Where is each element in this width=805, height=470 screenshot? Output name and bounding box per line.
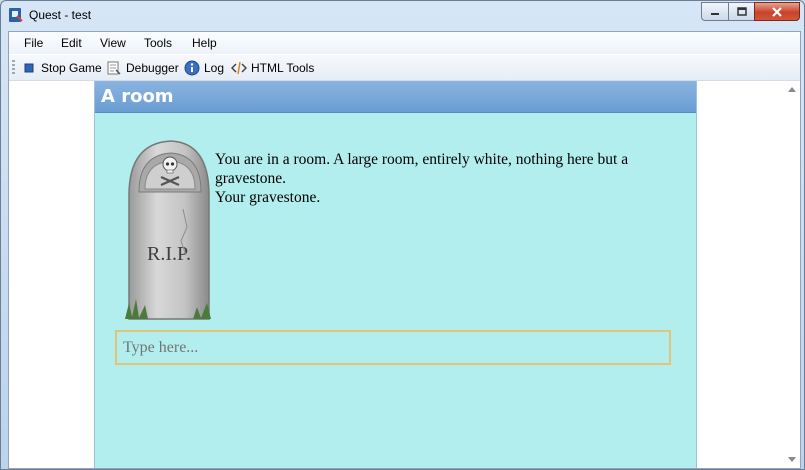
maximize-icon (736, 7, 747, 16)
quest-app-icon (8, 7, 24, 23)
menu-edit[interactable]: Edit (61, 36, 82, 50)
scroll-down-arrow-icon[interactable] (788, 457, 796, 462)
debugger-icon (106, 60, 122, 76)
room-description-text: You are in a room. A large room, entirel… (215, 151, 629, 187)
toolbar-grip[interactable] (12, 60, 15, 75)
window-title: Quest - test (29, 8, 92, 22)
maximize-button[interactable] (728, 2, 754, 21)
debugger-label: Debugger (126, 61, 179, 75)
html-tools-button[interactable]: HTML Tools (231, 59, 314, 77)
window-controls (701, 2, 800, 22)
room-header: A room (95, 81, 696, 113)
game-content: A room R.I.P. You are in a room. A large… (9, 81, 800, 468)
log-button[interactable]: Log (184, 59, 224, 77)
code-icon (231, 60, 247, 76)
object-description-text: Your gravestone. (215, 189, 321, 206)
rip-text: R.I.P. (147, 243, 191, 265)
menu-bar: File Edit View Tools Help (9, 32, 800, 54)
menu-tools[interactable]: Tools (144, 36, 172, 50)
debugger-button[interactable]: Debugger (106, 59, 179, 77)
command-input[interactable] (115, 330, 671, 365)
stop-icon (21, 60, 37, 76)
scroll-up-arrow-icon[interactable] (788, 87, 796, 92)
app-window: Quest - test File Edit View Tools Help S… (0, 0, 805, 470)
client-area: File Edit View Tools Help Stop Game Debu… (8, 31, 801, 469)
menu-help[interactable]: Help (192, 36, 217, 50)
room-description: You are in a room. A large room, entirel… (215, 150, 685, 207)
log-label: Log (204, 61, 225, 75)
menu-view[interactable]: View (100, 36, 126, 50)
html-tools-label: HTML Tools (251, 61, 315, 75)
stop-game-button[interactable]: Stop Game (21, 59, 102, 77)
gravestone-image: R.I.P. (125, 140, 211, 320)
title-bar[interactable]: Quest - test (1, 1, 804, 31)
info-icon (184, 60, 200, 76)
close-icon (772, 6, 782, 17)
vertical-scrollbar[interactable] (784, 81, 800, 468)
room-title: A room (101, 86, 174, 107)
minimize-icon (711, 12, 719, 15)
toolbar: Stop Game Debugger Log HTML Tools (9, 55, 800, 81)
close-button[interactable] (754, 2, 800, 21)
minimize-button[interactable] (701, 2, 728, 21)
menu-file[interactable]: File (24, 36, 43, 50)
room-panel: A room R.I.P. You are in a room. A large… (94, 81, 697, 468)
stop-game-label: Stop Game (41, 61, 102, 75)
